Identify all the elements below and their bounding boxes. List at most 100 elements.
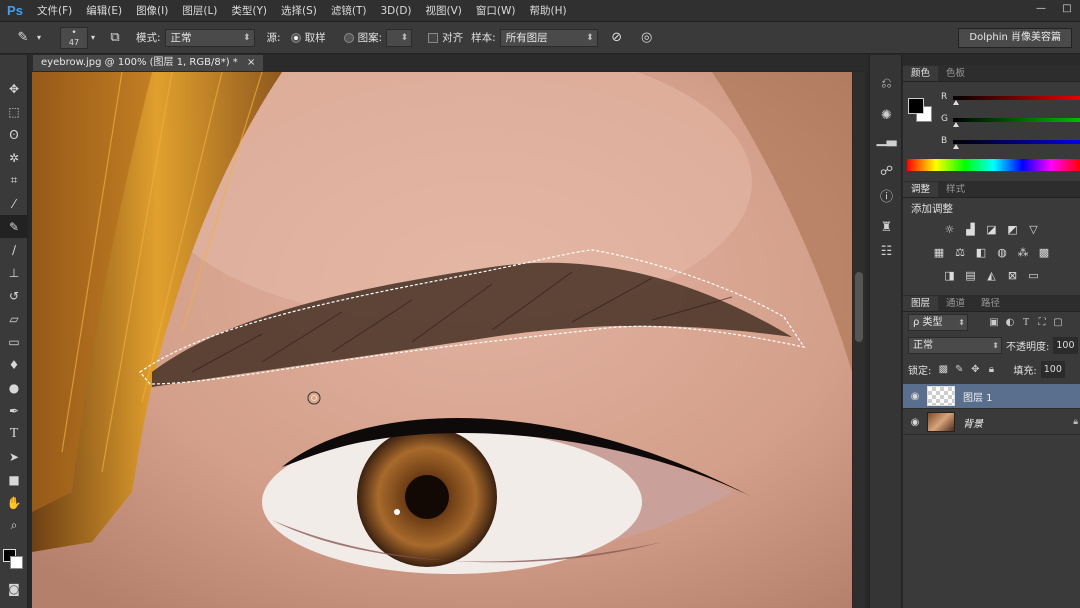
minimize-button[interactable]: —	[1028, 0, 1054, 16]
history-brush-tool-icon[interactable]: ↺	[0, 284, 28, 307]
lock-pixels-icon[interactable]: ✎	[951, 362, 967, 378]
histogram-icon[interactable]: ▁▃	[870, 127, 903, 151]
green-knob[interactable]	[953, 122, 959, 127]
brush-size-picker[interactable]: • 47	[60, 26, 88, 49]
tab-layers[interactable]: 图层	[903, 296, 939, 311]
menu-filter[interactable]: 滤镜(T)	[324, 0, 374, 22]
color-lookup-icon[interactable]: ▩	[1038, 246, 1051, 259]
quick-mask-icon[interactable]: ◙	[0, 577, 28, 600]
healing-brush-tool-icon[interactable]: ✎	[0, 215, 28, 238]
canvas-vertical-scrollbar[interactable]	[853, 72, 865, 608]
green-track[interactable]	[953, 118, 1080, 122]
lock-position-icon[interactable]: ✥	[967, 362, 983, 378]
move-tool-icon[interactable]: ✥	[0, 77, 28, 100]
tool-presets-icon[interactable]: ☍	[870, 159, 903, 183]
crop-tool-icon[interactable]: ⌗	[0, 169, 28, 192]
color-balance-icon[interactable]: ⚖	[954, 246, 967, 259]
menu-type[interactable]: 类型(Y)	[224, 0, 274, 22]
marquee-tool-icon[interactable]: ⬚	[0, 100, 28, 123]
blue-track[interactable]	[953, 140, 1080, 144]
red-knob[interactable]	[953, 100, 959, 105]
black-white-icon[interactable]: ◧	[975, 246, 988, 259]
menu-help[interactable]: 帮助(H)	[523, 0, 574, 22]
menu-window[interactable]: 窗口(W)	[469, 0, 523, 22]
tab-adjustments[interactable]: 调整	[903, 182, 939, 197]
properties-icon[interactable]: ☷	[870, 239, 903, 263]
image-canvas[interactable]	[32, 72, 852, 608]
hand-tool-icon[interactable]: ✋	[0, 491, 28, 514]
tab-color[interactable]: 颜色	[903, 66, 939, 81]
tool-preset-chevron-icon[interactable]: ▾	[34, 27, 44, 49]
scrollbar-thumb[interactable]	[855, 272, 863, 342]
tab-paths[interactable]: 路径	[973, 296, 1008, 311]
exposure-icon[interactable]: ◩	[1006, 223, 1019, 236]
healing-brush-icon[interactable]: ✎	[12, 27, 34, 49]
color-spectrum[interactable]	[907, 159, 1080, 171]
green-slider[interactable]: G 0	[941, 114, 1080, 128]
filter-pixel-icon[interactable]: ▣	[986, 315, 1002, 331]
menu-layer[interactable]: 图层(L)	[175, 0, 224, 22]
pattern-radio[interactable]	[343, 32, 354, 43]
eraser-tool-icon[interactable]: ▱	[0, 307, 28, 330]
pattern-picker[interactable]	[386, 28, 413, 47]
lock-transparent-icon[interactable]: ▩	[935, 362, 951, 378]
filter-smart-object-icon[interactable]: ▢	[1050, 315, 1066, 331]
mode-select[interactable]: 正常	[164, 28, 255, 47]
menu-view[interactable]: 视图(V)	[419, 0, 469, 22]
magic-wand-tool-icon[interactable]: ✲	[0, 146, 28, 169]
filter-shape-icon[interactable]: ⛶	[1034, 315, 1050, 331]
brush-chevron-icon[interactable]: ▾	[88, 27, 98, 49]
selective-color-icon[interactable]: ⊠	[1006, 269, 1019, 282]
invert-icon[interactable]: ◨	[943, 269, 956, 282]
tab-swatches[interactable]: 色板	[938, 66, 973, 81]
layer-filter-select[interactable]: ρ 类型	[908, 314, 968, 331]
info-panel-icon[interactable]: ⓘ	[870, 183, 903, 207]
visibility-eye-icon[interactable]: ◉	[903, 417, 927, 428]
eyedropper-tool-icon[interactable]: ⁄	[0, 192, 28, 215]
rectangle-tool-icon[interactable]: ■	[0, 468, 28, 491]
clone-source-icon[interactable]: ♜	[870, 215, 903, 239]
type-tool-icon[interactable]: T	[0, 422, 28, 445]
threshold-icon[interactable]: ◭	[985, 269, 998, 282]
zoom-tool-icon[interactable]: ⌕	[0, 514, 28, 537]
workspace-button[interactable]: Dolphin 肖像美容篇	[958, 28, 1072, 48]
tab-channels[interactable]: 通道	[938, 296, 973, 311]
filter-type-icon[interactable]: T	[1018, 315, 1034, 331]
menu-file[interactable]: 文件(F)	[30, 0, 79, 22]
close-document-icon[interactable]: ×	[247, 57, 255, 68]
photo-filter-icon[interactable]: ◍	[996, 246, 1009, 259]
path-selection-tool-icon[interactable]: ➤	[0, 445, 28, 468]
lasso-tool-icon[interactable]: ʘ	[0, 123, 28, 146]
maximize-button[interactable]: □	[1054, 0, 1080, 16]
opacity-value[interactable]: 100	[1053, 337, 1078, 354]
blur-tool-icon[interactable]: ♦	[0, 353, 28, 376]
tab-styles[interactable]: 样式	[938, 182, 973, 197]
red-slider[interactable]: R 0	[941, 92, 1080, 106]
sample-select[interactable]: 所有图层	[499, 28, 598, 47]
menu-image[interactable]: 图像(I)	[129, 0, 175, 22]
sampled-radio[interactable]	[290, 32, 301, 43]
vibrance-icon[interactable]: ▽	[1027, 223, 1040, 236]
gradient-tool-icon[interactable]: ▭	[0, 330, 28, 353]
gradient-map-icon[interactable]: ▭	[1027, 269, 1040, 282]
red-track[interactable]	[953, 96, 1080, 100]
fill-value[interactable]: 100	[1040, 361, 1065, 378]
lock-all-icon[interactable]: 🔒︎	[983, 362, 999, 378]
channel-mixer-icon[interactable]: ⁂	[1017, 246, 1030, 259]
brightness-icon[interactable]: ☼	[943, 223, 956, 236]
layer-row-layer1[interactable]: ◉ 图层 1	[903, 384, 1080, 409]
blue-knob[interactable]	[953, 144, 959, 149]
pen-tool-icon[interactable]: ✒	[0, 399, 28, 422]
ignore-adjustment-icon[interactable]: ⊘	[606, 27, 628, 49]
color-swatches[interactable]	[0, 537, 27, 577]
hue-saturation-icon[interactable]: ▦	[933, 246, 946, 259]
blend-mode-select[interactable]: 正常	[908, 337, 1002, 354]
aligned-checkbox[interactable]	[428, 32, 439, 43]
brush-presets-icon[interactable]: ✺	[870, 103, 903, 127]
visibility-eye-icon[interactable]: ◉	[903, 391, 927, 402]
clone-source-panel-icon[interactable]: ⧉	[104, 27, 126, 49]
levels-icon[interactable]: ▟	[964, 223, 977, 236]
pressure-size-icon[interactable]: ◎	[636, 27, 658, 49]
foreground-color-box[interactable]	[908, 98, 924, 114]
clone-stamp-tool-icon[interactable]: ⊥	[0, 261, 28, 284]
